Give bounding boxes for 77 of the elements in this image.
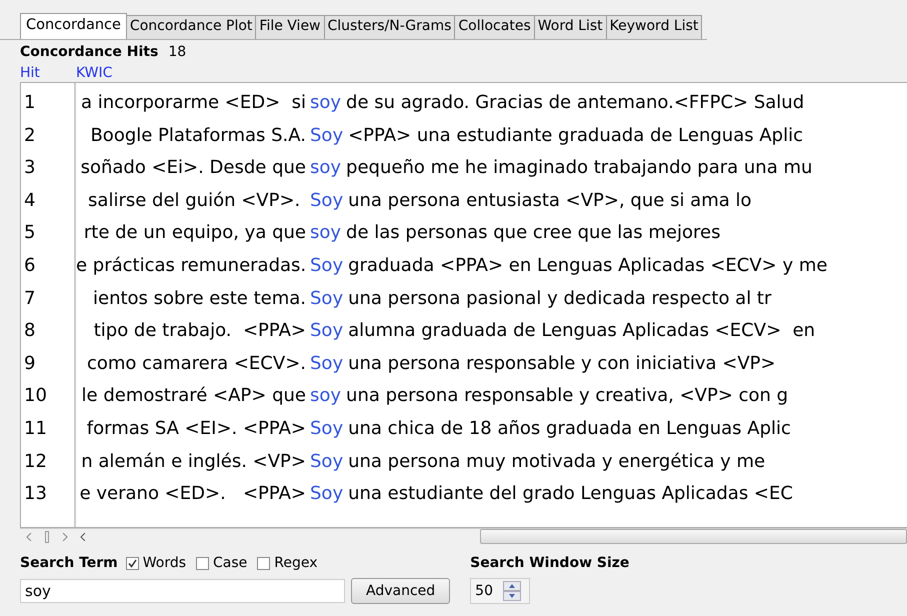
- right-context: una persona responsable y con iniciativa <VP>: [348, 352, 776, 376]
- tab[interactable]: File View: [255, 15, 325, 39]
- scroll-thumb-icon[interactable]: [44, 530, 49, 542]
- tab[interactable]: Concordance Plot: [126, 15, 256, 39]
- hit-number: 11: [23, 416, 48, 441]
- keyword: Soy: [310, 188, 344, 213]
- right-context: graduada <PPA> en Lenguas Aplicadas <ECV> y me: [348, 254, 828, 278]
- check-icon: [128, 558, 137, 568]
- tab[interactable]: Clusters/N-Grams: [324, 15, 456, 39]
- left-context: formas SA <EI>. <PPA>: [86, 416, 306, 441]
- right-context: pequeño me he imaginado trabajando para una mu: [346, 156, 812, 180]
- left-context: a incorporarme <ED> si: [80, 91, 306, 115]
- left-context: salirse del guión <VP>.: [87, 188, 302, 213]
- left-context: ientos sobre este tema.: [92, 286, 306, 311]
- hit-number: 12: [23, 450, 48, 474]
- hit-number: 13: [23, 482, 48, 506]
- keyword: Soy: [310, 416, 344, 441]
- left-context: Boogle Plataformas S.A.: [89, 124, 306, 148]
- right-context: una persona entusiasta <VP>, que si ama lo: [348, 188, 752, 213]
- column-header[interactable]: KWIC: [76, 65, 112, 81]
- keyword: soy: [310, 221, 342, 246]
- keyword: soy: [310, 384, 342, 408]
- hit-number: 10: [23, 384, 48, 408]
- scroll-right-icon[interactable]: [62, 532, 68, 540]
- tab[interactable]: Concordance: [20, 13, 127, 39]
- left-context: le demostraré <AP> que: [80, 384, 306, 408]
- advanced-button[interactable]: Advanced: [351, 578, 450, 604]
- keyword: Soy: [310, 124, 344, 148]
- search-field[interactable]: soy: [20, 579, 345, 603]
- checkbox-option[interactable]: Regex: [257, 555, 318, 571]
- scroll-left-icon[interactable]: [26, 532, 32, 540]
- keyword: soy: [310, 91, 342, 115]
- right-context: una persona pasional y dedicada respecto al tr: [348, 286, 772, 311]
- hit-number: 9: [23, 352, 36, 376]
- tab[interactable]: Keyword List: [606, 15, 702, 39]
- left-context: e verano <ED>. <PPA>: [78, 482, 306, 506]
- column-header[interactable]: Hit: [20, 65, 76, 81]
- search-term-label: Search Term: [20, 555, 118, 571]
- keyword: Soy: [310, 254, 344, 278]
- window-size-spinner[interactable]: 50: [470, 578, 530, 604]
- hit-number: 6: [23, 254, 36, 278]
- left-context: n alemán e inglés. <VP>: [80, 450, 306, 474]
- checkbox-option[interactable]: Words: [126, 555, 186, 571]
- checkbox-option[interactable]: Case: [196, 555, 248, 571]
- keyword: soy: [310, 156, 342, 180]
- keyword: Soy: [310, 450, 344, 474]
- right-context: de las personas que cree que las mejores: [346, 221, 720, 246]
- right-context: una persona muy motivada y energética y me: [348, 450, 766, 474]
- left-context: como camarera <ECV>.: [86, 352, 306, 376]
- spinner-arrows-icon[interactable]: [503, 581, 522, 601]
- tab[interactable]: Collocates: [454, 15, 535, 39]
- left-context: rte de un equipo, ya que: [82, 221, 306, 246]
- scroll-left-icon[interactable]: [80, 532, 86, 540]
- hits-count: 18: [168, 44, 186, 60]
- right-context: de su agrado. Gracias de antemano.<FFPC> Salud: [346, 91, 804, 115]
- keyword: Soy: [310, 352, 344, 376]
- left-context: soñado <Ei>. Desde que: [80, 156, 306, 180]
- keyword: Soy: [310, 319, 344, 344]
- right-context: una persona responsable y creativa, <VP> con g: [346, 384, 788, 408]
- tab[interactable]: Word List: [534, 15, 607, 39]
- left-context: tipo de trabajo. <PPA>: [92, 319, 306, 344]
- right-context: <PPA> una estudiante graduada de Lenguas Aplic: [348, 124, 803, 148]
- window-size-label: Search Window Size: [470, 555, 630, 571]
- hits-label: Concordance Hits: [20, 44, 158, 60]
- hit-number: 3: [23, 156, 36, 180]
- right-context: una chica de 18 años graduada en Lenguas Aplic: [348, 416, 791, 441]
- hit-number: 5: [23, 221, 36, 246]
- keyword: Soy: [310, 286, 344, 311]
- right-context: alumna graduada de Lenguas Aplicadas <ECV> en: [348, 319, 816, 344]
- hit-number: 7: [23, 286, 36, 311]
- hit-number: 1: [23, 91, 36, 115]
- hit-number: 4: [23, 188, 36, 213]
- right-context: una estudiante del grado Lenguas Aplicadas <EC: [348, 482, 793, 506]
- hit-number: 8: [23, 319, 36, 344]
- left-context: e prácticas remuneradas.: [76, 254, 306, 278]
- keyword: Soy: [310, 482, 344, 506]
- hit-number: 2: [23, 124, 36, 148]
